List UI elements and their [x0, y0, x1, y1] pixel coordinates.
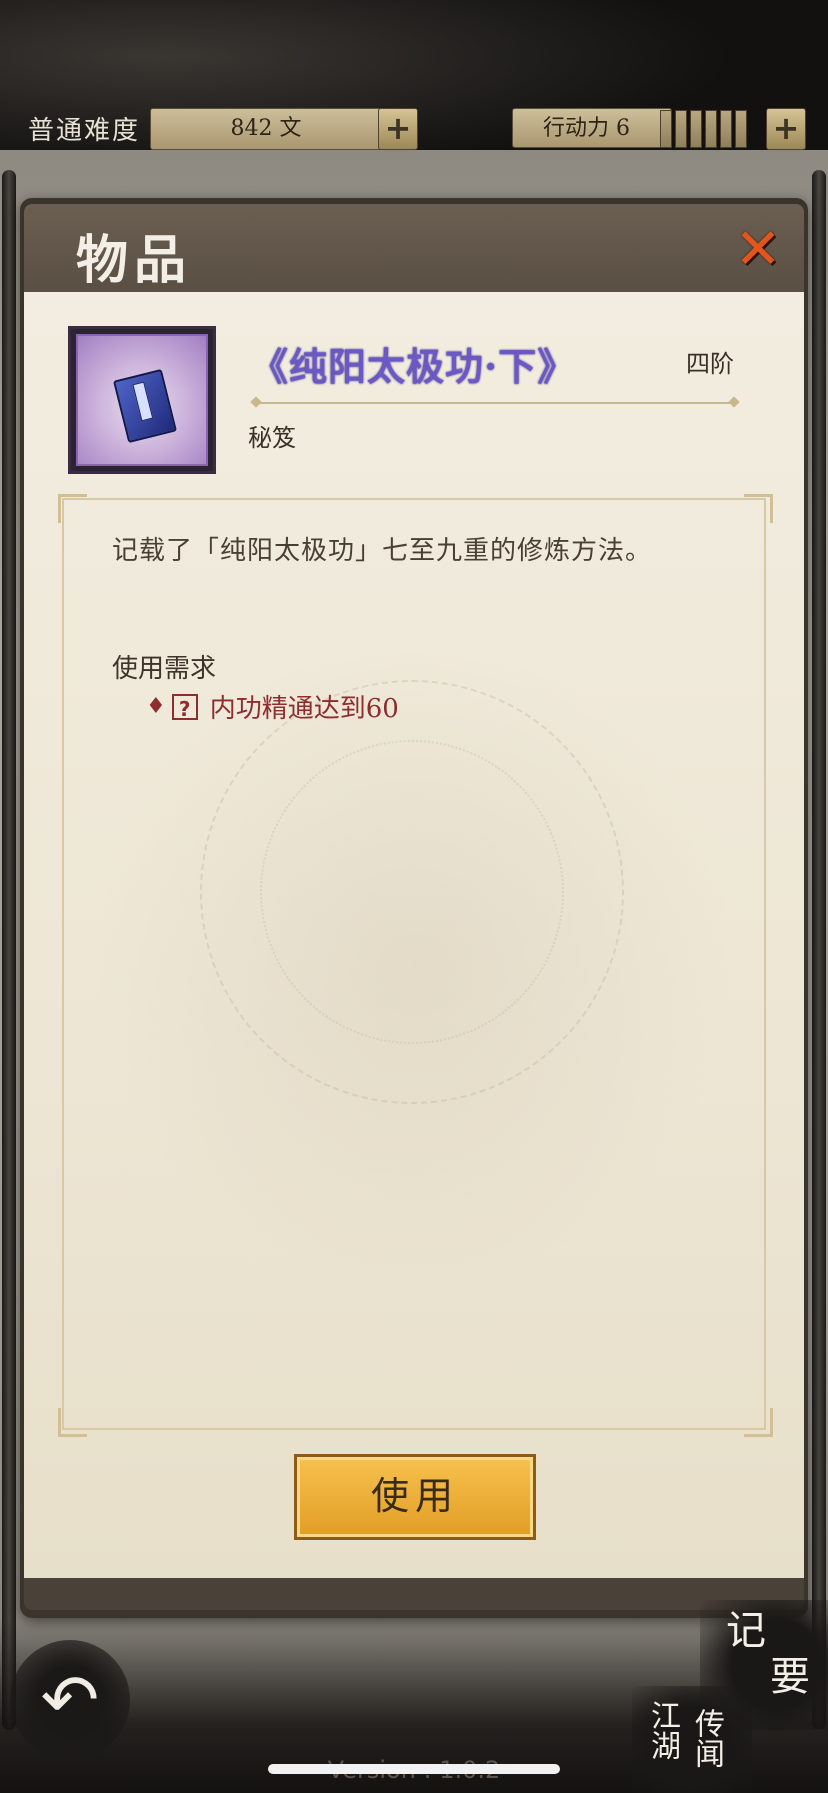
frame-corner	[744, 1408, 773, 1437]
requirements-title: 使用需求	[112, 654, 217, 684]
rumors-col-1: 江湖	[645, 1700, 680, 1760]
notes-char-1: 记	[726, 1608, 766, 1654]
action-pip	[690, 110, 702, 148]
money-display: 842 文	[150, 108, 382, 150]
scroll-rod-right	[812, 170, 826, 1730]
question-icon: ?	[171, 693, 198, 721]
action-points-bar	[660, 110, 747, 148]
notes-char-2: 要	[770, 1654, 810, 1700]
panel-footer	[24, 1578, 804, 1610]
panel-title: 物品	[76, 230, 193, 291]
item-icon-frame	[68, 326, 216, 474]
dragon-watermark-inner	[260, 740, 564, 1044]
frame-corner	[744, 494, 773, 523]
add-money-button[interactable]: +	[378, 108, 418, 150]
scroll-rod-left	[2, 170, 16, 1730]
item-icon-background	[76, 334, 208, 466]
item-description: 记载了「纯阳太极功」七至九重的修炼方法。	[112, 536, 653, 566]
action-pip	[660, 110, 672, 148]
divider	[256, 402, 734, 404]
item-name: 《纯阳太极功·下》	[250, 344, 577, 389]
action-pip	[720, 110, 732, 148]
frame-corner	[58, 1408, 87, 1437]
requirement-text: 内功精通达到60	[209, 694, 399, 724]
use-button[interactable]: 使用	[294, 1454, 536, 1540]
frame-corner	[58, 494, 87, 523]
action-points-display: 行动力 6	[512, 108, 672, 148]
book-icon	[113, 368, 177, 444]
add-action-button[interactable]: +	[766, 108, 806, 150]
action-pip	[675, 110, 687, 148]
item-type: 秘笈	[248, 424, 296, 452]
requirement-item: ♦ ? 内功精通达到60	[146, 688, 399, 725]
difficulty-label: 普通难度	[28, 116, 141, 146]
back-arrow-icon[interactable]: ↶	[10, 1640, 130, 1760]
item-rank: 四阶	[686, 350, 734, 378]
home-indicator[interactable]	[268, 1764, 560, 1774]
action-pip	[735, 110, 747, 148]
action-pip	[705, 110, 717, 148]
close-icon[interactable]: ✕	[730, 222, 786, 278]
diamond-icon: ♦	[146, 694, 166, 719]
